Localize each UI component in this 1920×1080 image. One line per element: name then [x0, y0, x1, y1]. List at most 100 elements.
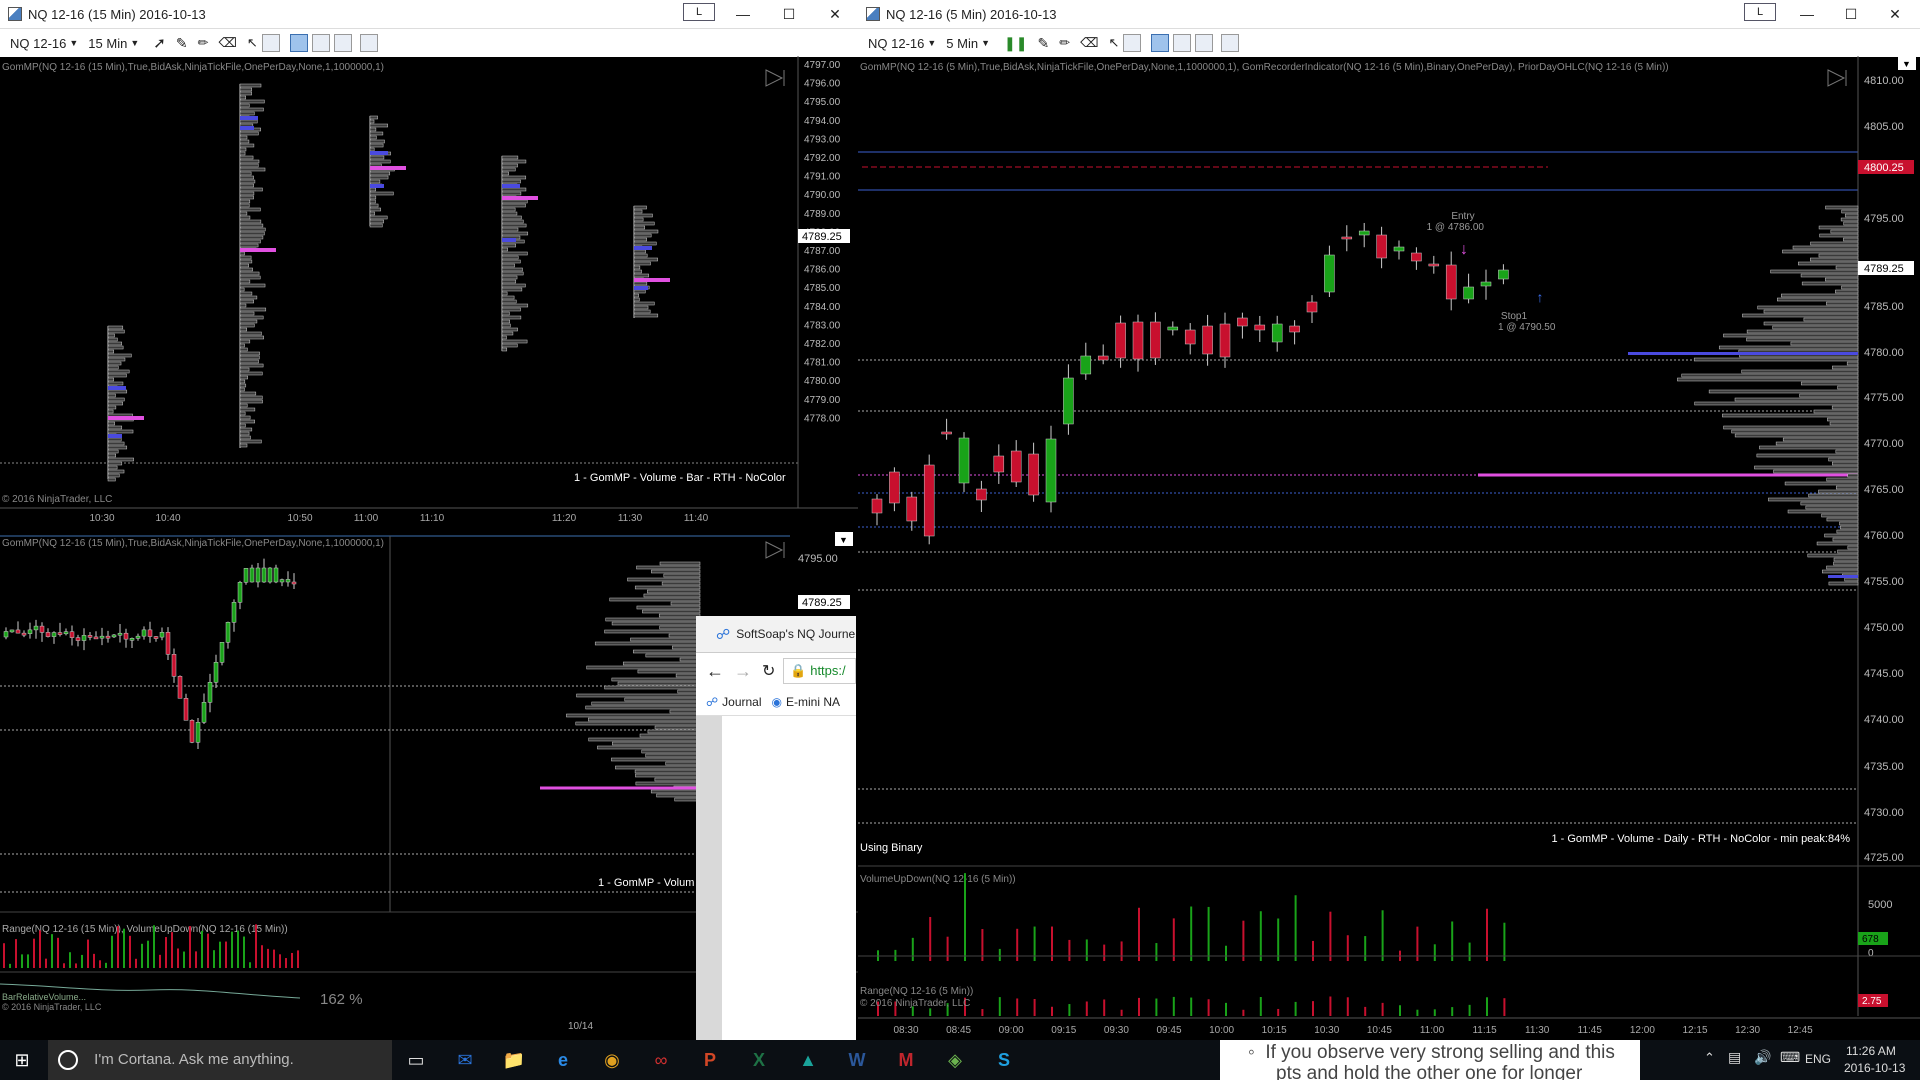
interval-selector[interactable]: 15 Min: [88, 36, 127, 51]
chevron-down-icon[interactable]: ▼: [927, 38, 936, 48]
windows-start-icon[interactable]: ⊞: [2, 1044, 42, 1076]
chevron-down-icon[interactable]: ▼: [981, 38, 990, 48]
back-icon[interactable]: ←: [706, 661, 724, 682]
strategies-icon[interactable]: [1195, 34, 1214, 52]
zoom-icon[interactable]: [1123, 34, 1142, 52]
properties-icon[interactable]: [1221, 34, 1240, 52]
profile-bar: [107, 441, 125, 446]
candlestick-style-icon[interactable]: ❚❚: [1004, 35, 1027, 52]
notifications-icon[interactable]: ⌨: [1780, 1049, 1800, 1066]
chevron-down-icon[interactable]: ▼: [69, 38, 78, 48]
link-button[interactable]: L: [683, 3, 715, 21]
zoom-icon[interactable]: [261, 34, 280, 52]
price-tick-label: 4750.00: [1864, 622, 1904, 634]
scroll-end-icon[interactable]: [765, 541, 785, 559]
cursor-icon[interactable]: ↖: [247, 35, 258, 51]
gmail-icon[interactable]: M: [886, 1044, 926, 1076]
word-icon[interactable]: W: [837, 1044, 877, 1076]
maximize-icon[interactable]: ☐: [1828, 0, 1874, 28]
profile-bar: [239, 259, 253, 264]
time-tick-label: 10:30: [89, 513, 114, 524]
chevron-down-icon[interactable]: ▼: [1902, 59, 1911, 69]
price-tick-label: 4760.00: [1864, 530, 1904, 542]
profile-bar: [1828, 581, 1859, 586]
profile-bar: [239, 143, 255, 148]
eraser-icon[interactable]: ⌫: [218, 35, 236, 51]
eraser-icon[interactable]: ⌫: [1080, 35, 1098, 51]
show-hidden-icons-icon[interactable]: ⌃: [1704, 1050, 1715, 1066]
edge-icon[interactable]: e: [543, 1044, 583, 1076]
instrument-selector[interactable]: NQ 12-16: [10, 36, 66, 51]
interval-selector[interactable]: 5 Min: [946, 36, 978, 51]
network-icon[interactable]: ▤: [1728, 1049, 1741, 1066]
draw-tool-icon[interactable]: ✎: [1037, 35, 1049, 52]
scroll-end-icon[interactable]: [1827, 69, 1847, 87]
profile-bar: [1694, 401, 1859, 406]
time-tick-label: 10:30: [1314, 1025, 1339, 1036]
ninjatrader-icon[interactable]: ∞: [641, 1044, 681, 1076]
site-favicon-icon: ☍: [716, 625, 731, 642]
clock-date[interactable]: 2016-10-13: [1844, 1061, 1905, 1075]
volume-icon[interactable]: 🔊: [1754, 1049, 1771, 1066]
pencil-icon[interactable]: ✏: [198, 35, 209, 51]
profile-bar: [369, 215, 388, 220]
profile-bar: [239, 351, 260, 356]
close-icon[interactable]: ✕: [1872, 0, 1918, 28]
bookmark-journal[interactable]: Journal: [722, 695, 761, 709]
address-bar[interactable]: 🔒 https:/: [783, 658, 856, 684]
profile-bar: [605, 617, 701, 622]
profile-bar: [661, 581, 701, 586]
instrument-selector[interactable]: NQ 12-16: [868, 36, 924, 51]
profile-bar: [633, 209, 643, 214]
strategies-icon[interactable]: [333, 34, 352, 52]
candle: [201, 702, 207, 723]
close-icon[interactable]: ✕: [812, 0, 858, 28]
clock-time[interactable]: 11:26 AM: [1846, 1044, 1896, 1058]
candle: [129, 638, 135, 641]
tws-icon[interactable]: ▲: [788, 1044, 828, 1076]
profile-bar: [501, 187, 527, 192]
bookmark-emini[interactable]: E-mini NA: [786, 695, 840, 709]
skype-icon[interactable]: S: [984, 1044, 1024, 1076]
excel-icon[interactable]: X: [739, 1044, 779, 1076]
chevron-down-icon[interactable]: ▼: [130, 38, 139, 48]
file-explorer-icon[interactable]: 📁: [494, 1044, 534, 1076]
draw-tool-icon[interactable]: ✎: [176, 35, 188, 52]
profile-bar: [369, 191, 394, 196]
outlook-icon[interactable]: ✉: [445, 1044, 485, 1076]
browser-tab[interactable]: ☍ SoftSoap's NQ Journe: [696, 616, 856, 653]
data-box-icon[interactable]: [1151, 34, 1170, 52]
candle: [1045, 438, 1057, 503]
task-view-icon[interactable]: ▭: [396, 1044, 436, 1076]
scroll-end-icon[interactable]: [765, 69, 785, 87]
properties-icon[interactable]: [359, 34, 378, 52]
cursor-icon[interactable]: ↖: [1109, 35, 1120, 51]
minimize-icon[interactable]: —: [720, 0, 766, 28]
profile-bar: [239, 431, 250, 436]
profile-bar: [1830, 229, 1859, 234]
time-tick-label: 11:45: [1578, 1025, 1603, 1036]
indicators-icon[interactable]: [1173, 34, 1192, 52]
price-chart-15min-top[interactable]: GomMP(NQ 12-16 (15 Min),True,BidAsk,Ninj…: [0, 56, 858, 540]
profile-bar: [1723, 333, 1859, 338]
link-button[interactable]: L: [1744, 3, 1776, 21]
profile-bar: [239, 343, 245, 348]
chart-style-icon[interactable]: ➚: [153, 34, 166, 52]
pencil-icon[interactable]: ✏: [1059, 35, 1070, 51]
profile-bar: [107, 429, 134, 434]
evernote-icon[interactable]: ◈: [935, 1044, 975, 1076]
chrome-icon[interactable]: ◉: [592, 1044, 632, 1076]
maximize-icon[interactable]: ☐: [766, 0, 812, 28]
candle: [231, 602, 237, 623]
reload-icon[interactable]: ↻: [762, 661, 775, 681]
indicators-icon[interactable]: [311, 34, 330, 52]
cortana-search-box[interactable]: I'm Cortana. Ask me anything.: [48, 1040, 392, 1080]
profile-bar: [501, 155, 519, 160]
powerpoint-icon[interactable]: P: [690, 1044, 730, 1076]
language-indicator[interactable]: ENG: [1805, 1052, 1831, 1066]
chevron-down-icon[interactable]: ▼: [839, 535, 848, 545]
data-box-icon[interactable]: [289, 34, 308, 52]
minimize-icon[interactable]: —: [1784, 0, 1830, 28]
price-chart-5min[interactable]: GomMP(NQ 12-16 (5 Min),True,BidAsk,Ninja…: [858, 56, 1920, 1040]
forward-icon[interactable]: →: [734, 661, 752, 682]
